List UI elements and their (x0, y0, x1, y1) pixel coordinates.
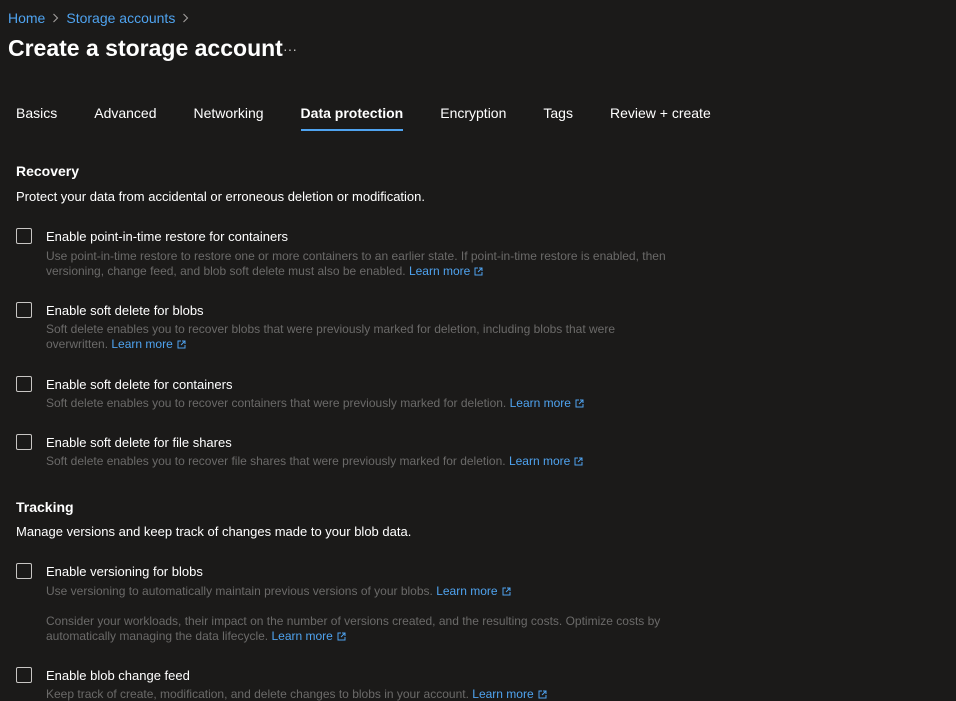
learn-more-link[interactable]: Learn more (409, 264, 483, 278)
point-in-time-restore-help: Use point-in-time restore to restore one… (46, 249, 696, 279)
help-text: Use versioning to automatically maintain… (46, 584, 433, 598)
chevron-right-icon (52, 11, 59, 26)
help-text: Keep track of create, modification, and … (46, 687, 469, 701)
breadcrumb: Home Storage accounts (8, 10, 196, 26)
versioning-label[interactable]: Enable versioning for blobs (46, 564, 203, 579)
learn-more-label: Learn more (111, 337, 173, 351)
learn-more-link[interactable]: Learn more (271, 629, 346, 643)
learn-more-link[interactable]: Learn more (509, 454, 583, 468)
open-in-new-window-icon (502, 587, 511, 596)
help-text: Soft delete enables you to recover file … (46, 454, 506, 468)
learn-more-label: Learn more (436, 584, 498, 598)
breadcrumb-home[interactable]: Home (8, 10, 45, 26)
soft-delete-containers-checkbox[interactable] (16, 376, 32, 392)
soft-delete-file-shares-checkbox[interactable] (16, 434, 32, 450)
soft-delete-blobs-checkbox[interactable] (16, 302, 32, 318)
tab-basics[interactable]: Basics (16, 105, 57, 131)
learn-more-label: Learn more (509, 396, 571, 410)
tab-bar: Basics Advanced Networking Data protecti… (16, 105, 748, 131)
help-text: Use point-in-time restore to restore one… (46, 249, 666, 278)
soft-delete-blobs-help: Soft delete enables you to recover blobs… (46, 322, 676, 352)
blob-change-feed-help: Keep track of create, modification, and … (46, 687, 696, 701)
versioning-cost-note: Consider your workloads, their impact on… (46, 614, 696, 644)
learn-more-link[interactable]: Learn more (111, 337, 186, 351)
soft-delete-containers-help: Soft delete enables you to recover conta… (46, 396, 696, 411)
versioning-checkbox[interactable] (16, 563, 32, 579)
versioning-help: Use versioning to automatically maintain… (46, 584, 696, 599)
tab-tags[interactable]: Tags (543, 105, 573, 131)
page-title: Create a storage account (8, 35, 283, 61)
tracking-description: Manage versions and keep track of change… (16, 524, 412, 539)
tab-advanced[interactable]: Advanced (94, 105, 156, 131)
recovery-description: Protect your data from accidental or err… (16, 189, 425, 204)
open-in-new-window-icon (575, 399, 584, 408)
tab-networking[interactable]: Networking (194, 105, 264, 131)
tab-review-create[interactable]: Review + create (610, 105, 711, 131)
chevron-right-icon (182, 11, 189, 26)
learn-more-label: Learn more (508, 454, 571, 468)
learn-more-link[interactable]: Learn more (510, 396, 584, 410)
help-text: Soft delete enables you to recover conta… (46, 396, 507, 410)
learn-more-label: Learn more (271, 629, 333, 643)
open-in-new-window-icon (474, 267, 483, 276)
soft-delete-blobs-label[interactable]: Enable soft delete for blobs (46, 303, 204, 318)
open-in-new-window-icon (574, 457, 583, 466)
recovery-heading: Recovery (16, 163, 80, 179)
more-options-button[interactable]: ··· (281, 39, 299, 59)
soft-delete-file-shares-help: Soft delete enables you to recover file … (46, 454, 696, 469)
tab-data-protection[interactable]: Data protection (300, 105, 403, 131)
point-in-time-restore-checkbox[interactable] (16, 228, 32, 244)
blob-change-feed-label[interactable]: Enable blob change feed (46, 668, 190, 683)
point-in-time-restore-label[interactable]: Enable point-in-time restore for contain… (46, 229, 288, 244)
learn-more-label: Learn more (408, 264, 471, 278)
learn-more-link[interactable]: Learn more (472, 687, 547, 701)
tab-encryption[interactable]: Encryption (440, 105, 506, 131)
open-in-new-window-icon (177, 340, 186, 349)
open-in-new-window-icon (337, 632, 346, 641)
tracking-heading: Tracking (16, 499, 74, 515)
soft-delete-file-shares-label[interactable]: Enable soft delete for file shares (46, 435, 232, 450)
create-storage-account-page: Home Storage accounts Create a storage a… (0, 0, 956, 701)
open-in-new-window-icon (538, 690, 547, 699)
breadcrumb-storage-accounts[interactable]: Storage accounts (66, 10, 175, 26)
blob-change-feed-checkbox[interactable] (16, 667, 32, 683)
soft-delete-containers-label[interactable]: Enable soft delete for containers (46, 377, 232, 392)
learn-more-link[interactable]: Learn more (436, 584, 511, 598)
note-text: Consider your workloads, their impact on… (46, 614, 661, 643)
learn-more-label: Learn more (472, 687, 534, 701)
